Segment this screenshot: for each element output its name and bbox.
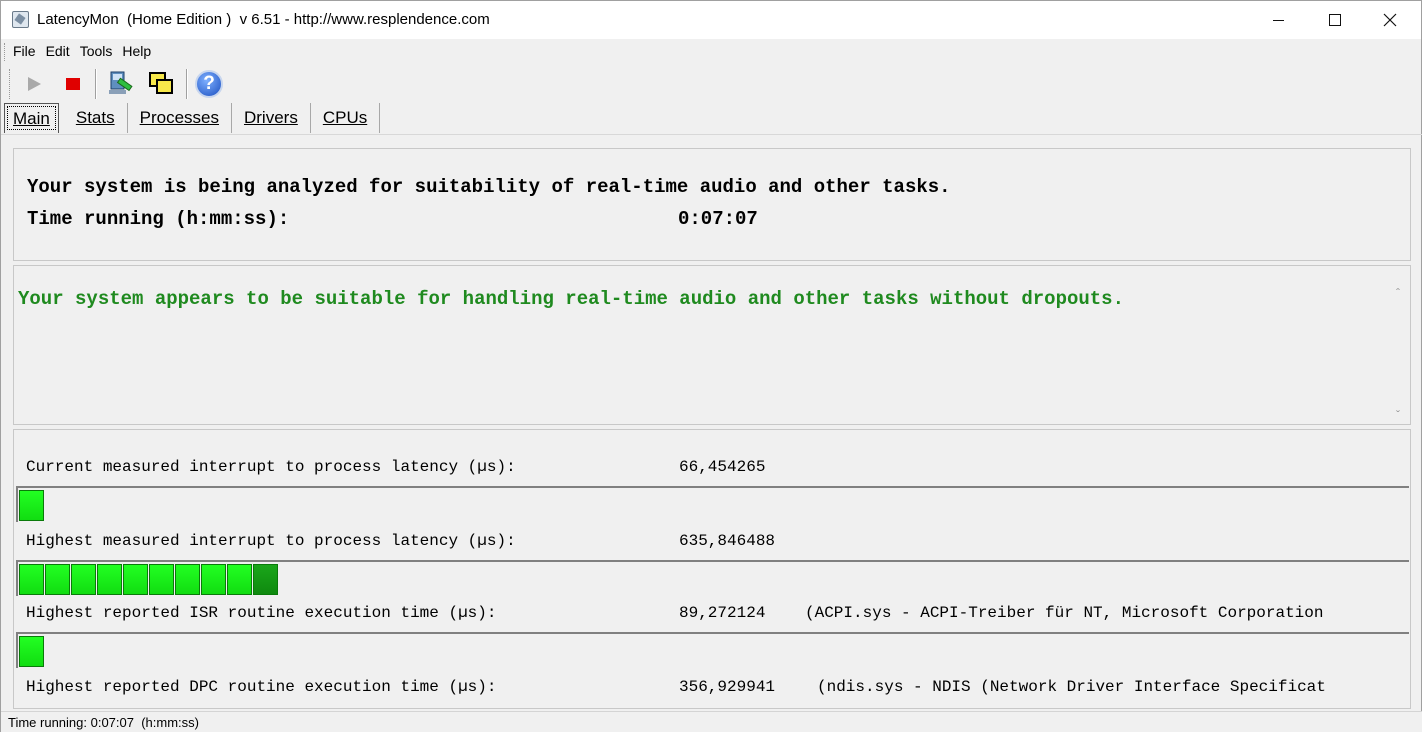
maximize-icon bbox=[1329, 14, 1341, 26]
scroll-up-icon[interactable]: ˆ bbox=[1393, 287, 1403, 299]
bar-segment bbox=[19, 490, 44, 521]
minimize-button[interactable] bbox=[1255, 1, 1301, 39]
minimize-icon bbox=[1272, 19, 1284, 21]
dpc-time-value: 356,929941 bbox=[679, 678, 776, 696]
dpc-driver-info: (ndis.sys - NDIS (Network Driver Interfa… bbox=[817, 678, 1326, 696]
bar-segment bbox=[19, 564, 44, 595]
bar-segment bbox=[123, 564, 148, 595]
menu-edit[interactable]: Edit bbox=[42, 41, 74, 63]
bar-segment bbox=[71, 564, 96, 595]
menubar-grip bbox=[4, 43, 7, 61]
toolbar-separator bbox=[95, 69, 97, 99]
bar-fill bbox=[19, 564, 279, 595]
analysis-panel: Your system is being analyzed for suitab… bbox=[13, 148, 1411, 261]
app-icon bbox=[12, 11, 29, 28]
tab-drivers[interactable]: Drivers bbox=[232, 103, 311, 133]
tab-processes[interactable]: Processes bbox=[128, 103, 232, 133]
menu-tools[interactable]: Tools bbox=[76, 41, 117, 63]
highest-latency-bar bbox=[16, 560, 1409, 596]
isr-time-label: Highest reported ISR routine execution t… bbox=[26, 604, 497, 622]
toolbar: ? bbox=[7, 65, 1419, 103]
windows-icon bbox=[149, 72, 173, 94]
window-title: LatencyMon (Home Edition ) v 6.51 - http… bbox=[37, 11, 490, 28]
status-bar-text: Time running: 0:07:07 (h:mm:ss) bbox=[8, 715, 199, 730]
isr-driver-info: (ACPI.sys - ACPI-Treiber für NT, Microso… bbox=[805, 604, 1324, 622]
close-icon bbox=[1383, 13, 1397, 27]
latencymon-window: LatencyMon (Home Edition ) v 6.51 - http… bbox=[0, 0, 1422, 732]
bar-segment bbox=[97, 564, 122, 595]
close-button[interactable] bbox=[1367, 1, 1413, 39]
current-latency-label: Current measured interrupt to process la… bbox=[26, 458, 516, 476]
bar-fill bbox=[19, 636, 45, 667]
tab-divider bbox=[1, 134, 1422, 135]
help-icon: ? bbox=[195, 70, 223, 98]
bar-fill bbox=[19, 490, 45, 521]
current-latency-value: 66,454265 bbox=[679, 458, 766, 476]
status-bar: Time running: 0:07:07 (h:mm:ss) bbox=[1, 711, 1422, 732]
analysis-status-text: Your system is being analyzed for suitab… bbox=[27, 176, 951, 198]
hammer-button[interactable] bbox=[106, 69, 136, 99]
title-bar: LatencyMon (Home Edition ) v 6.51 - http… bbox=[1, 1, 1421, 39]
verdict-scrollbar[interactable]: ˆ ˇ bbox=[1391, 287, 1407, 422]
bar-segment bbox=[45, 564, 70, 595]
tab-strip: Main Stats Processes Drivers CPUs bbox=[4, 103, 381, 135]
toolbar-separator bbox=[186, 69, 188, 99]
start-monitor-button[interactable] bbox=[19, 69, 49, 99]
bar-segment bbox=[201, 564, 226, 595]
time-running-value: 0:07:07 bbox=[678, 208, 758, 230]
measurements-panel: Current measured interrupt to process la… bbox=[13, 429, 1411, 709]
bar-segment bbox=[175, 564, 200, 595]
current-latency-bar bbox=[16, 486, 1409, 522]
toolbar-grip bbox=[9, 69, 12, 99]
verdict-message: Your system appears to be suitable for h… bbox=[18, 288, 1124, 310]
menu-bar: File Edit Tools Help bbox=[9, 41, 157, 63]
tab-main[interactable]: Main bbox=[4, 103, 59, 133]
bar-segment bbox=[253, 564, 278, 595]
hammer-icon bbox=[109, 71, 133, 94]
time-running-label: Time running (h:mm:ss): bbox=[27, 208, 290, 230]
tab-stats[interactable]: Stats bbox=[64, 103, 128, 133]
help-button[interactable]: ? bbox=[194, 69, 224, 99]
tab-cpus[interactable]: CPUs bbox=[311, 103, 381, 133]
menu-help[interactable]: Help bbox=[118, 41, 155, 63]
isr-time-value: 89,272124 bbox=[679, 604, 766, 622]
isr-time-bar bbox=[16, 632, 1409, 668]
verdict-panel: Your system appears to be suitable for h… bbox=[13, 265, 1411, 425]
scroll-down-icon[interactable]: ˇ bbox=[1393, 409, 1403, 421]
highest-latency-label: Highest measured interrupt to process la… bbox=[26, 532, 516, 550]
highest-latency-value: 635,846488 bbox=[679, 532, 776, 550]
bar-segment bbox=[149, 564, 174, 595]
stop-monitor-button[interactable] bbox=[58, 69, 88, 99]
dpc-time-label: Highest reported DPC routine execution t… bbox=[26, 678, 497, 696]
windows-button[interactable] bbox=[146, 69, 176, 99]
bar-segment bbox=[227, 564, 252, 595]
bar-segment bbox=[19, 636, 44, 667]
maximize-button[interactable] bbox=[1312, 1, 1358, 39]
menu-file[interactable]: File bbox=[9, 41, 40, 63]
